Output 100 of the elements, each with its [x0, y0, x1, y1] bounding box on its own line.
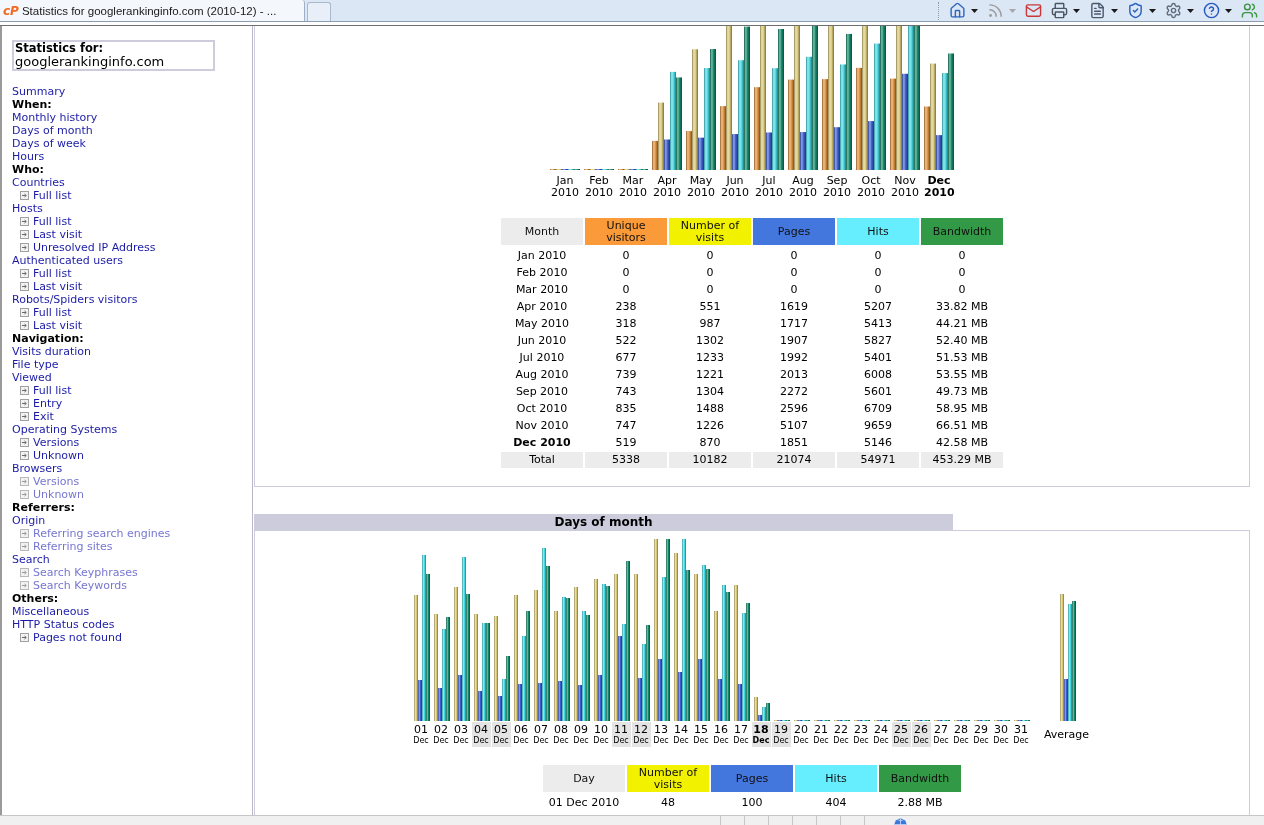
- day-label: 01 Dec: [412, 722, 430, 747]
- table-cell-text: 318: [614, 315, 638, 332]
- nav-sublink[interactable]: Full list: [33, 215, 72, 228]
- table-cell-text: 0: [873, 281, 883, 298]
- printer-icon[interactable]: [1051, 2, 1068, 19]
- nav-sublink[interactable]: Unknown: [33, 449, 85, 462]
- caret-icon[interactable]: [971, 8, 978, 13]
- nav-sublink[interactable]: Full list: [33, 267, 72, 280]
- nav-sublink[interactable]: Full list: [33, 306, 72, 319]
- nav-link[interactable]: File type: [12, 358, 59, 371]
- table-cell-text: Dec 2010: [512, 434, 572, 451]
- table-cell-text: 747: [614, 417, 638, 434]
- nav-link[interactable]: Browsers: [12, 462, 63, 475]
- shield-icon[interactable]: [1127, 2, 1144, 19]
- nav-link[interactable]: Viewed: [12, 371, 52, 384]
- nav-link[interactable]: Authenticated users: [12, 254, 123, 267]
- nav-link[interactable]: Origin: [12, 514, 46, 527]
- gear-icon[interactable]: [1165, 2, 1182, 19]
- day-label: 15 Dec: [692, 722, 710, 747]
- nav-link[interactable]: Hours: [12, 150, 45, 163]
- stats-label: Statistics for:: [15, 42, 104, 55]
- table-cell-text: 5413: [863, 315, 893, 332]
- column-header: Hits: [837, 218, 919, 245]
- arrow-box-icon: [20, 529, 29, 538]
- nav-link[interactable]: Operating Systems: [12, 423, 118, 436]
- table-cell: 21074: [753, 452, 835, 468]
- help-icon[interactable]: [1203, 2, 1220, 19]
- column-header: Number of visits: [669, 218, 751, 245]
- arrow-box-icon: [20, 217, 29, 226]
- arrow-box-icon: [20, 243, 29, 252]
- people-icon[interactable]: [1241, 2, 1258, 19]
- nav-sublink[interactable]: Versions: [33, 475, 80, 488]
- nav-link[interactable]: Days of month: [12, 124, 93, 137]
- nav-sublink[interactable]: Referring sites: [33, 540, 113, 553]
- caret-icon[interactable]: [1187, 8, 1194, 13]
- table-cell-text: 33.82 MB: [935, 298, 989, 315]
- column-header: Bandwidth: [879, 765, 961, 792]
- nav-sublink[interactable]: Last visit: [33, 319, 83, 332]
- column-header: Month: [501, 218, 583, 245]
- nav-link[interactable]: HTTP Status codes: [12, 618, 115, 631]
- nav-sublink[interactable]: Full list: [33, 189, 72, 202]
- column-header: Pages: [711, 765, 793, 792]
- arrow-box-icon: [20, 438, 29, 447]
- day-label: 05 Dec: [491, 722, 511, 747]
- day-label: 20 Dec: [792, 722, 810, 747]
- caret-icon[interactable]: [1225, 8, 1232, 13]
- table-cell-text: 238: [614, 298, 638, 315]
- nav-link[interactable]: Search: [12, 553, 50, 566]
- day-label: 06 Dec: [512, 722, 530, 747]
- table-cell-text: 0: [873, 264, 883, 281]
- caret-icon[interactable]: [1111, 8, 1118, 13]
- nav-sublink[interactable]: Referring search engines: [33, 527, 171, 540]
- axis-label: Feb 2010: [584, 175, 614, 199]
- nav-sublink[interactable]: Last visit: [33, 228, 83, 241]
- table-cell: Total: [501, 452, 583, 468]
- nav-link[interactable]: Countries: [12, 176, 65, 189]
- nav-sublink[interactable]: Unknown: [33, 488, 85, 501]
- envelope-icon[interactable]: [1025, 2, 1042, 19]
- nav-sublink[interactable]: Pages not found: [33, 631, 122, 644]
- nav-sublink[interactable]: Entry: [33, 397, 63, 410]
- nav-link[interactable]: Robots/Spiders visitors: [12, 293, 138, 306]
- browser-tab[interactable]: cP Statistics for googlerankinginfo.com (2010-12) - ...: [0, 0, 305, 21]
- arrow-box-icon: [20, 542, 29, 551]
- nav-sublink[interactable]: Versions: [33, 436, 80, 449]
- table-cell-text: Apr 2010: [515, 298, 569, 315]
- nav-sublink[interactable]: Exit: [33, 410, 54, 423]
- table-cell: 10182: [669, 452, 751, 468]
- nav-sublink[interactable]: Last visit: [33, 280, 83, 293]
- page-icon[interactable]: [1089, 2, 1106, 19]
- nav-sublink[interactable]: Unresolved IP Address: [33, 241, 156, 254]
- globe-icon[interactable]: [894, 818, 907, 825]
- nav-sublink[interactable]: Full list: [33, 384, 72, 397]
- table-cell: 5338: [585, 452, 667, 468]
- table-cell-text: 0: [705, 247, 715, 264]
- arrow-box-icon: [20, 568, 29, 577]
- section-heading: Referrers:: [12, 501, 75, 514]
- day-label: 17 Dec: [732, 722, 750, 747]
- nav-sublink[interactable]: Search Keyphrases: [33, 566, 138, 579]
- caret-icon[interactable]: [1149, 8, 1156, 13]
- caret-icon[interactable]: [1073, 8, 1080, 13]
- table-cell-text: 42.58 MB: [935, 434, 989, 451]
- table-cell-text: Aug 2010: [514, 366, 570, 383]
- table-cell-text: 58.95 MB: [935, 400, 989, 417]
- day-label: 27 Dec: [932, 722, 950, 747]
- table-cell-text: Mar 2010: [514, 281, 570, 298]
- nav-link[interactable]: Visits duration: [12, 345, 91, 358]
- table-cell-text: 5207: [863, 298, 893, 315]
- nav-link[interactable]: Days of week: [12, 137, 86, 150]
- nav-link[interactable]: Hosts: [12, 202, 43, 215]
- day-label: 03 Dec: [452, 722, 470, 747]
- table-cell-text: 551: [698, 298, 722, 315]
- nav-sublink[interactable]: Search Keywords: [33, 579, 127, 592]
- nav-link[interactable]: Monthly history: [12, 111, 98, 124]
- table-cell: 453.29 MB: [921, 452, 1003, 468]
- nav-link[interactable]: Summary: [12, 85, 66, 98]
- day-label: 07 Dec: [532, 722, 550, 747]
- table-cell-text: 5107: [779, 417, 809, 434]
- table-cell-text: 743: [614, 383, 638, 400]
- nav-link[interactable]: Miscellaneous: [12, 605, 90, 618]
- home-icon[interactable]: [949, 2, 966, 19]
